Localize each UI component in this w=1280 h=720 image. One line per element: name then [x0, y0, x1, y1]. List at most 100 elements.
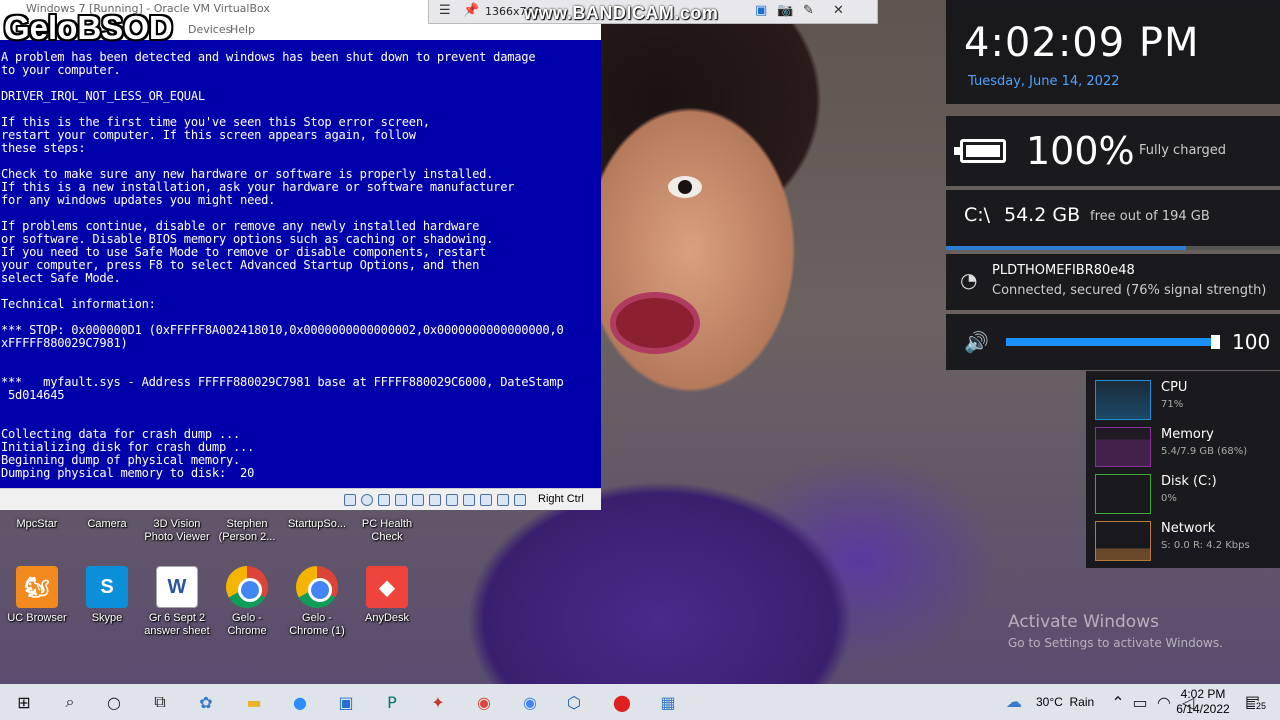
cpu-icon[interactable] [480, 494, 492, 506]
battery-percent: 100% [1026, 129, 1135, 173]
disk-widget: C:\ 54.2 GB free out of 194 GB [946, 190, 1280, 250]
wallpaper-mouth [610, 292, 700, 354]
usb-icon[interactable] [412, 494, 424, 506]
battery-tray-icon[interactable]: ▭ [1128, 690, 1152, 714]
tm-value: 5.4/7.9 GB (68%) [1161, 446, 1248, 457]
zoom-icon[interactable]: ● [288, 690, 312, 714]
mouse-integration-icon[interactable] [497, 494, 509, 506]
word-document-icon: W [156, 566, 198, 608]
pinned-app-2-icon[interactable]: ✦ [426, 690, 450, 714]
desktop-icon-skype[interactable]: S Skype [72, 566, 142, 625]
tm-name: CPU [1161, 380, 1188, 395]
desktop-icon-gelo-chrome-1[interactable]: Gelo - Chrome (1) [282, 566, 352, 638]
desktop-icon-anydesk[interactable]: ◆ AnyDesk [352, 566, 422, 625]
battery-icon [954, 139, 1006, 163]
host-key-label: Right Ctrl [538, 493, 584, 505]
hard-disk-icon[interactable] [344, 494, 356, 506]
volume-widget: 🔊 100 [946, 314, 1280, 370]
tm-name: Network [1161, 521, 1216, 536]
tm-row-memory: Memory 5.4/7.9 GB (68%) [1086, 423, 1280, 470]
bsod-screen[interactable]: A problem has been detected and windows … [0, 40, 601, 488]
tray-date: 6/14/2022 [1176, 702, 1230, 716]
video-watermark: GeloBSOD [4, 9, 173, 46]
tm-name: Disk (C:) [1161, 474, 1217, 489]
desktop-icon-label: Camera [87, 518, 127, 530]
speaker-icon[interactable]: 🔊 [964, 330, 989, 354]
desktop-icon-label: PC Health Check [361, 518, 413, 543]
disk-usage-fill [946, 246, 1187, 250]
tm-value: 71% [1161, 399, 1184, 410]
wifi-widget: ◔ PLDTHOMEFIBR80e48 Connected, secured (… [946, 254, 1280, 310]
tm-value: 0% [1161, 493, 1177, 504]
clock-time: 4:02:09 PM [964, 20, 1200, 66]
audio-icon[interactable] [378, 494, 390, 506]
wifi-ssid: PLDTHOMEFIBR80e48 [992, 263, 1135, 278]
menu-help[interactable]: Help [230, 23, 255, 36]
disk-graph [1095, 474, 1151, 514]
screen-capture-icon[interactable]: ▣ [334, 690, 358, 714]
virtualbox-window[interactable]: Windows 7 [Running] - Oracle VM VirtualB… [0, 0, 601, 510]
taskbar: ⊞ ⌕ ○ ⧉ ✿ ▬ ● ▣ P ✦ ◉ ◉ ⬡ ⬤ ▦ ☁ 30°C Rai… [0, 684, 1280, 720]
desktop-icon-label: 3D Vision Photo Viewer [144, 518, 210, 543]
chrome-icon [226, 566, 268, 608]
desktop-icon-word-document[interactable]: W Gr 6 Sept 2 answer sheet [142, 566, 212, 638]
volume-slider[interactable] [1006, 338, 1216, 346]
recording-icon[interactable] [463, 494, 475, 506]
skype-icon: S [86, 566, 128, 608]
pinned-app-icon[interactable]: ✿ [194, 690, 218, 714]
disk-usage-bar [946, 246, 1280, 250]
record-window-icon[interactable]: ▣ [755, 3, 767, 18]
network-graph [1095, 521, 1151, 561]
desktop-icon-label: UC Browser [7, 612, 67, 624]
chevron-up-icon[interactable]: ⌃ [1106, 690, 1130, 714]
camera-icon[interactable]: 📷 [777, 3, 793, 18]
publisher-icon[interactable]: P [380, 690, 404, 714]
host-key-icon[interactable] [514, 494, 526, 506]
pinned-app-3-icon[interactable]: ▦ [656, 690, 680, 714]
shared-folder-icon[interactable] [429, 494, 441, 506]
chrome-taskbar-2-icon[interactable]: ◉ [518, 690, 542, 714]
search-icon[interactable]: ⌕ [58, 690, 82, 714]
tm-name: Memory [1161, 427, 1214, 442]
wifi-tray-icon[interactable]: ◠ [1152, 690, 1176, 714]
cortana-icon[interactable]: ○ [102, 690, 126, 714]
activate-title: Activate Windows [1008, 612, 1159, 632]
disk-free: 54.2 GB [1004, 204, 1081, 226]
weather-icon: ☁ [1006, 692, 1022, 711]
bsod-text: A problem has been detected and windows … [1, 50, 564, 480]
display-icon[interactable] [446, 494, 458, 506]
pin-icon[interactable]: 📌 [463, 3, 479, 18]
desktop-icon-label: AnyDesk [364, 612, 410, 624]
clock-widget: 4:02:09 PM Tuesday, June 14, 2022 [946, 0, 1280, 104]
bandicam-taskbar-icon[interactable]: ⬤ [610, 690, 634, 714]
virtualbox-taskbar-icon[interactable]: ⬡ [562, 690, 586, 714]
optical-drive-icon[interactable] [361, 494, 373, 506]
desktop-icon-label: Gr 6 Sept 2 answer sheet [144, 612, 210, 637]
uc-browser-icon: 🐿 [16, 566, 58, 608]
desktop-icon-uc-browser[interactable]: 🐿 UC Browser [2, 566, 72, 625]
file-explorer-icon[interactable]: ▬ [242, 690, 266, 714]
disk-label: C:\ [964, 204, 991, 226]
tm-row-disk: Disk (C:) 0% [1086, 470, 1280, 517]
close-icon[interactable]: ✕ [833, 3, 844, 18]
desktop-icon-gelo-chrome[interactable]: Gelo - Chrome [212, 566, 282, 638]
task-view-icon[interactable]: ⧉ [148, 690, 172, 714]
wallpaper-eye-left [668, 176, 702, 198]
menu-devices[interactable]: Devices [188, 23, 231, 36]
tray-clock[interactable]: 4:02 PM 6/14/2022 [1176, 684, 1230, 720]
status-bar: Right Ctrl [0, 488, 601, 510]
desktop-icon-label: Gelo - Chrome [227, 612, 267, 637]
volume-knob[interactable] [1211, 335, 1220, 349]
desktop-icon-label: Gelo - Chrome (1) [289, 612, 345, 637]
chrome-taskbar-icon[interactable]: ◉ [472, 690, 496, 714]
pen-icon[interactable]: ✎ [803, 3, 814, 18]
desktop-icon-label: StartupSo... [287, 518, 347, 530]
notification-center[interactable]: ▤ 25 [1240, 684, 1274, 720]
anydesk-icon: ◆ [366, 566, 408, 608]
start-windows-icon[interactable]: ⊞ [12, 690, 36, 714]
bandicam-watermark: www.BANDICAM.com [524, 3, 719, 23]
desktop-icon-label: Stephen (Person 2... [218, 518, 276, 543]
network-icon[interactable] [395, 494, 407, 506]
tm-row-cpu: CPU 71% [1086, 376, 1280, 423]
menu-icon[interactable]: ☰ [439, 3, 451, 18]
